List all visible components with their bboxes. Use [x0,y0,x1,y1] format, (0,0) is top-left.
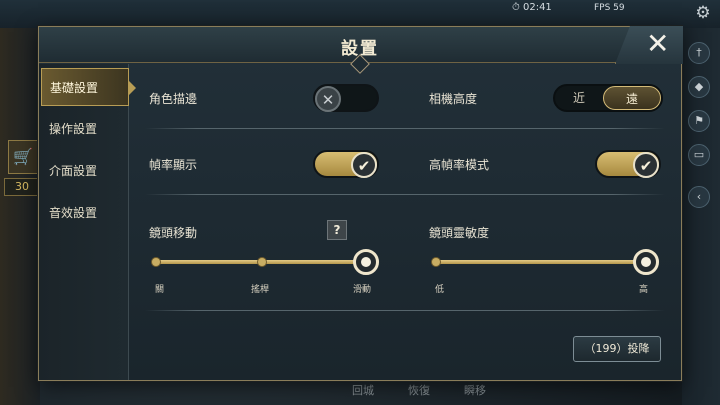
checkmark-icon: ✔ [351,152,377,178]
camera-height-near-option[interactable]: 近 [559,86,599,110]
sidebar-item-audio[interactable]: 音效設置 [41,194,129,232]
flag-icon[interactable]: ⚑ [688,110,710,132]
slider-thumb[interactable] [633,249,659,275]
outline-toggle[interactable]: ✕ [313,84,379,112]
outline-label: 角色描邊 [149,92,198,106]
sidebar-item-interface[interactable]: 介面設置 [41,152,129,190]
toggle-off-x-icon: ✕ [315,86,341,112]
camera-move-slider[interactable] [151,249,379,275]
checkmark-icon: ✔ [633,152,659,178]
close-icon[interactable]: ✕ [646,28,669,60]
tick-off: 關 [155,285,165,295]
slider-thumb[interactable] [353,249,379,275]
camera-move-label: 鏡頭移動 [149,226,198,240]
tick-joystick: 搖桿 [251,285,270,295]
chevron-left-icon[interactable]: ‹ [688,186,710,208]
row-divider [145,310,665,311]
camera-height-segmented[interactable]: 近 遠 [553,84,663,112]
settings-content: 角色描邊 ✕ 相機高度 近 遠 幀率顯示 ✔ 高幀率模式 ✔ 鏡頭移動 ? 關 … [131,64,681,380]
help-icon[interactable]: ? [327,220,347,240]
match-timer: ⏱ 02:41 [512,2,552,13]
fps-readout: FPS 59 [594,3,625,13]
map-pin-icon[interactable]: ◆ [688,76,710,98]
camera-sensitivity-label: 鏡頭靈敏度 [429,226,490,240]
camera-height-label: 相機高度 [429,92,478,106]
slider-stop-min[interactable] [431,257,441,267]
settings-dialog: 設置 ✕ 基礎設置 操作設置 介面設置 音效設置 角色描邊 ✕ 相機高度 近 遠… [38,26,683,381]
flash-label: 瞬移 [464,384,486,397]
recall-label: 回城 [352,384,374,397]
camera-sensitivity-slider[interactable] [431,249,659,275]
sidebar-item-controls[interactable]: 操作設置 [41,110,129,148]
chat-icon[interactable]: ▭ [688,144,710,166]
gold-counter: 30 [4,178,40,196]
row-divider [145,128,665,129]
sidebar-item-basic[interactable]: 基礎設置 [41,68,136,106]
game-left-hud [0,28,40,405]
tick-low: 低 [435,285,445,295]
surrender-button[interactable]: （199）投降 [573,336,661,362]
heal-label: 恢復 [408,384,430,397]
tick-swipe: 滑動 [353,285,372,295]
high-framerate-toggle[interactable]: ✔ [595,150,661,178]
slider-stop-joystick[interactable] [257,257,267,267]
framerate-display-label: 幀率顯示 [149,158,198,172]
camera-height-far-option[interactable]: 遠 [603,86,661,110]
slider-fill [435,260,645,264]
tick-high: 高 [639,285,649,295]
slider-stop-off[interactable] [151,257,161,267]
framerate-display-toggle[interactable]: ✔ [313,150,379,178]
shop-cart-icon[interactable]: 🛒 [8,140,38,174]
gear-icon[interactable]: ⚙ [694,4,712,22]
high-framerate-label: 高幀率模式 [429,158,490,172]
row-divider [145,194,665,195]
sword-icon[interactable]: † [688,42,710,64]
settings-sidebar: 基礎設置 操作設置 介面設置 音效設置 [39,64,136,380]
